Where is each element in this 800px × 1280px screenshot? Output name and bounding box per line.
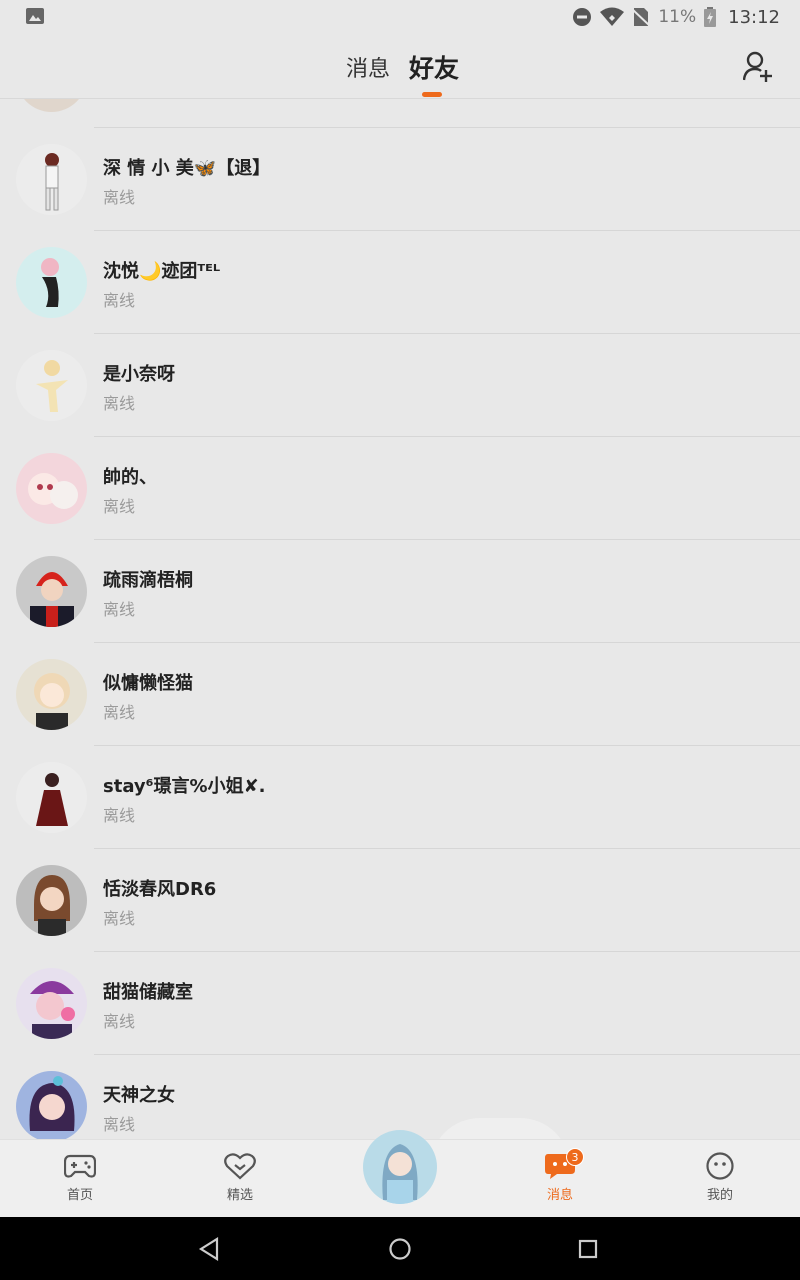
list-item[interactable] [0, 99, 800, 128]
add-user-icon[interactable] [743, 50, 773, 82]
tab-friends[interactable]: 好友 [409, 49, 459, 85]
status-bar: 11% 13:12 [0, 0, 800, 34]
avatar [16, 453, 87, 524]
nav-me-label: 我的 [706, 1188, 733, 1203]
avatar [16, 144, 87, 215]
list-item[interactable]: stay⁶璟言%小姐✘. 离线 [0, 746, 800, 849]
home-icon[interactable] [387, 1236, 413, 1262]
back-icon[interactable] [197, 1236, 223, 1262]
friend-name: 疏雨滴梧桐 [103, 570, 193, 591]
avatar [16, 350, 87, 421]
friend-name: 甜猫储藏室 [103, 982, 193, 1003]
friend-name: 天神之女 [103, 1085, 175, 1106]
header: 消息 好友 [0, 34, 800, 99]
no-sim-icon [632, 8, 651, 27]
clock: 13:12 [728, 6, 780, 28]
list-item[interactable]: 帥的、 离线 [0, 437, 800, 540]
tab-messages[interactable]: 消息 [346, 51, 390, 83]
friend-name: 沈悦🌙迹团ᵀᴱᴸ [103, 261, 221, 282]
heart-icon [224, 1153, 256, 1180]
nav-home-label: 首页 [66, 1188, 93, 1203]
list-item[interactable]: 似慵懒怪猫 离线 [0, 643, 800, 746]
center-avatar-button[interactable] [363, 1130, 437, 1204]
list-item[interactable]: 疏雨滴梧桐 离线 [0, 540, 800, 643]
battery-percent: 11% [658, 7, 697, 27]
friend-name: 似慵懒怪猫 [103, 673, 193, 694]
friend-status: 离线 [103, 1115, 136, 1134]
list-item[interactable]: 甜猫储藏室 离线 [0, 952, 800, 1055]
nav-messages-label: 消息 [546, 1188, 573, 1203]
do-not-disturb-icon [573, 8, 592, 26]
nav-me[interactable]: 我的 [680, 1152, 760, 1203]
avatar [16, 865, 87, 936]
avatar [16, 556, 87, 627]
list-item[interactable]: 是小奈呀 离线 [0, 334, 800, 437]
friend-name: 恬淡春风DR6 [103, 879, 217, 900]
friend-name: stay⁶璟言%小姐✘. [103, 776, 266, 797]
friend-status: 离线 [103, 394, 136, 413]
friend-status: 离线 [103, 291, 136, 310]
system-navigation-bar [0, 1217, 800, 1280]
list-item[interactable]: 恬淡春风DR6 离线 [0, 849, 800, 952]
avatar [16, 659, 87, 730]
avatar [16, 968, 87, 1039]
friend-status: 离线 [103, 1012, 136, 1031]
friend-status: 离线 [103, 600, 136, 619]
friend-status: 离线 [103, 703, 136, 722]
avatar [16, 1071, 87, 1139]
friend-status: 离线 [103, 909, 136, 928]
list-item[interactable]: 沈悦🌙迹团ᵀᴱᴸ 离线 [0, 231, 800, 334]
gamepad-icon [64, 1154, 96, 1178]
avatar [16, 762, 87, 833]
recents-icon[interactable] [575, 1236, 601, 1262]
unread-badge: 3 [566, 1148, 584, 1166]
avatar [16, 247, 87, 318]
list-item[interactable]: 深 情 小 美🦋【退】 离线 [0, 128, 800, 231]
friend-status: 离线 [103, 806, 136, 825]
nav-home[interactable]: 首页 [40, 1152, 120, 1203]
friends-list[interactable]: 深 情 小 美🦋【退】 离线 沈悦🌙迹团ᵀᴱᴸ 离线 是小奈呀 离线 帥的、 离… [0, 99, 800, 1139]
nav-featured-label: 精选 [226, 1188, 253, 1203]
active-tab-indicator [422, 92, 442, 97]
image-icon [26, 8, 44, 24]
friend-status: 离线 [103, 188, 136, 207]
friend-name: 是小奈呀 [103, 364, 175, 385]
wifi-icon [600, 7, 625, 26]
battery-icon [704, 7, 717, 27]
friend-name: 帥的、 [103, 467, 157, 488]
smiley-icon [706, 1152, 734, 1180]
friend-name: 深 情 小 美🦋【退】 [103, 158, 271, 179]
nav-messages[interactable]: 3 消息 [520, 1148, 600, 1203]
friend-status: 离线 [103, 497, 136, 516]
nav-featured[interactable]: 精选 [200, 1152, 280, 1203]
list-item[interactable]: 天神之女 离线 [0, 1055, 800, 1139]
avatar [16, 99, 87, 112]
